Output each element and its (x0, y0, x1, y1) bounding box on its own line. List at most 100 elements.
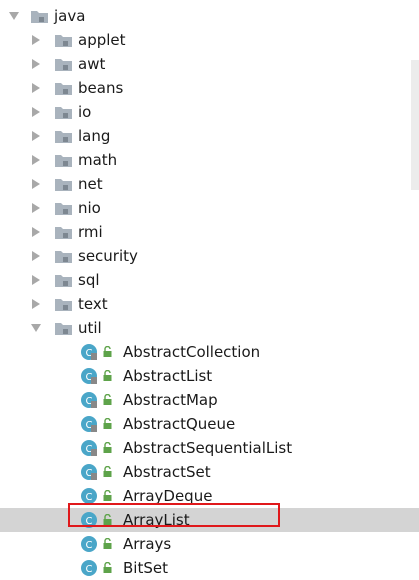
package-label: nio (78, 199, 101, 217)
tree-node-java[interactable]: java (0, 4, 419, 28)
tree-node-package[interactable]: beans (0, 76, 419, 100)
expand-arrow-icon[interactable] (30, 172, 42, 196)
class-label: AbstractCollection (123, 343, 261, 361)
tree-node-class[interactable]: C AbstractList (0, 364, 419, 388)
package-folder-icon (55, 179, 72, 191)
expand-arrow-icon[interactable] (30, 100, 42, 124)
tree-node-class-selected[interactable]: C ArrayList (0, 508, 419, 532)
package-folder-icon (31, 11, 48, 23)
public-lock-icon (103, 538, 112, 549)
class-label: AbstractList (123, 367, 213, 385)
svg-text:C: C (86, 516, 93, 527)
abstract-class-icon: C (81, 344, 97, 360)
package-label: net (78, 175, 103, 193)
tree-node-package[interactable]: rmi (0, 220, 419, 244)
tree-node-class[interactable]: C ArrayDeque (0, 484, 419, 508)
expand-arrow-icon[interactable] (30, 76, 42, 100)
class-icon: C (81, 512, 97, 528)
package-folder-icon (55, 35, 72, 47)
package-folder-icon (55, 299, 72, 311)
tree-node-class[interactable]: C AbstractSet (0, 460, 419, 484)
svg-text:C: C (86, 540, 93, 551)
package-label: util (78, 319, 102, 337)
public-lock-icon (103, 346, 112, 357)
tree-node-label: java (54, 7, 86, 25)
public-lock-icon (103, 490, 112, 501)
class-icon: C (81, 560, 97, 576)
package-label: applet (78, 31, 126, 49)
abstract-class-icon: C (81, 440, 97, 456)
tree-node-class[interactable]: C AbstractCollection (0, 340, 419, 364)
public-lock-icon (103, 442, 112, 453)
expand-arrow-icon[interactable] (30, 268, 42, 292)
expand-arrow-icon[interactable] (30, 196, 42, 220)
package-label: io (78, 103, 92, 121)
package-label: math (78, 151, 118, 169)
abstract-class-icon: C (81, 464, 97, 480)
tree-node-package[interactable]: text (0, 292, 419, 316)
tree-node-class[interactable]: C AbstractQueue (0, 412, 419, 436)
expand-arrow-icon[interactable] (30, 220, 42, 244)
package-label: sql (78, 271, 100, 289)
class-label: ArrayDeque (123, 487, 213, 505)
class-label: AbstractQueue (123, 415, 236, 433)
package-folder-icon (55, 203, 72, 215)
class-label: ArrayList (123, 511, 190, 529)
expand-arrow-icon[interactable] (30, 124, 42, 148)
public-lock-icon (103, 394, 112, 405)
package-folder-icon (55, 59, 72, 71)
tree-node-class[interactable]: C Arrays (0, 532, 419, 556)
package-folder-icon (55, 251, 72, 263)
expand-arrow-icon[interactable] (30, 292, 42, 316)
package-folder-icon (55, 107, 72, 119)
project-tree: java applet awt beans io lang math net n… (0, 4, 419, 580)
abstract-class-icon: C (81, 392, 97, 408)
tree-node-package[interactable]: io (0, 100, 419, 124)
tree-node-package[interactable]: net (0, 172, 419, 196)
tree-node-class[interactable]: C BitSet (0, 556, 419, 580)
package-label: lang (78, 127, 111, 145)
package-folder-icon (55, 227, 72, 239)
package-folder-icon (55, 83, 72, 95)
expand-arrow-icon[interactable] (30, 52, 42, 76)
package-label: security (78, 247, 138, 265)
package-label: text (78, 295, 108, 313)
tree-node-class[interactable]: C AbstractMap (0, 388, 419, 412)
class-label: AbstractMap (123, 391, 218, 409)
class-label: AbstractSequentialList (123, 439, 293, 457)
package-folder-icon (55, 155, 72, 167)
public-lock-icon (103, 418, 112, 429)
abstract-class-icon: C (81, 416, 97, 432)
public-lock-icon (103, 514, 112, 525)
tree-node-package[interactable]: awt (0, 52, 419, 76)
tree-node-package-util[interactable]: util (0, 316, 419, 340)
collapse-arrow-icon[interactable] (30, 316, 42, 340)
class-label: BitSet (123, 559, 168, 577)
public-lock-icon (103, 562, 112, 573)
public-lock-icon (103, 466, 112, 477)
expand-arrow-icon[interactable] (30, 28, 42, 52)
tree-node-package[interactable]: security (0, 244, 419, 268)
tree-node-package[interactable]: nio (0, 196, 419, 220)
tree-node-package[interactable]: math (0, 148, 419, 172)
package-label: beans (78, 79, 124, 97)
expand-arrow-icon[interactable] (30, 148, 42, 172)
package-folder-icon (55, 131, 72, 143)
expand-arrow-icon[interactable] (30, 244, 42, 268)
vertical-scrollbar[interactable] (411, 60, 419, 190)
class-label: AbstractSet (123, 463, 211, 481)
tree-node-package[interactable]: sql (0, 268, 419, 292)
svg-text:C: C (86, 492, 93, 503)
package-folder-icon (55, 275, 72, 287)
tree-node-package[interactable]: lang (0, 124, 419, 148)
package-folder-icon (55, 323, 72, 335)
package-label: rmi (78, 223, 103, 241)
tree-node-class[interactable]: C AbstractSequentialList (0, 436, 419, 460)
tree-node-package[interactable]: applet (0, 28, 419, 52)
collapse-arrow-icon[interactable] (8, 4, 20, 28)
abstract-class-icon: C (81, 368, 97, 384)
public-lock-icon (103, 370, 112, 381)
package-label: awt (78, 55, 106, 73)
class-icon: C (81, 488, 97, 504)
class-label: Arrays (123, 535, 172, 553)
